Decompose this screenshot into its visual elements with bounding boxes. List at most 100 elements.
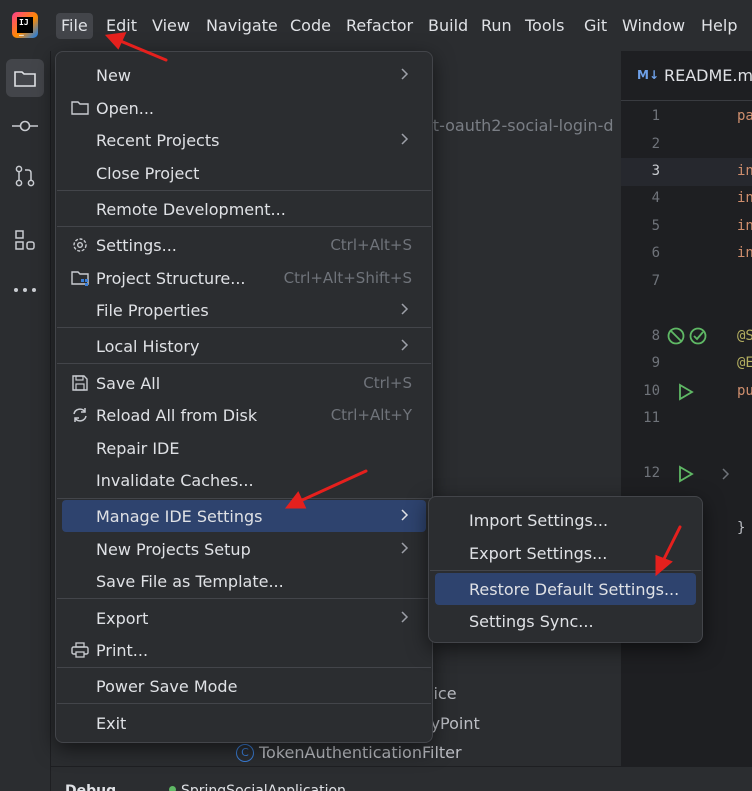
project-item[interactable]: TokenAuthenticationFilter [259,743,462,762]
submenu-arrow-icon [401,68,409,80]
run-config-tab[interactable]: SpringSocialApplication [181,783,346,791]
menu-separator [57,226,431,227]
menu-item-new[interactable]: New [62,59,426,91]
project-path: ct-oauth2-social-login-d [424,116,614,135]
menu-code[interactable]: Code [290,13,331,39]
menu-item-exit[interactable]: Exit [62,707,426,739]
menu-item-local-history[interactable]: Local History [62,330,426,362]
menu-item-save-file-as-template[interactable]: Save File as Template... [62,565,426,597]
shortcut-label: Ctrl+Alt+Y [330,406,412,424]
reload-icon [73,408,87,422]
menu-item-project-structure[interactable]: Project Structure... Ctrl+Alt+Shift+S [62,262,426,294]
menu-item-open[interactable]: Open... [62,92,426,124]
spring-bean-icon[interactable] [666,326,710,346]
menu-item-export[interactable]: Export [62,602,426,634]
line-number: 6 [651,245,660,261]
menu-help[interactable]: Help [701,13,737,39]
submenu-arrow-icon [401,133,409,145]
save-icon [72,375,88,391]
menu-item-import-settings[interactable]: Import Settings... [435,504,696,536]
menu-item-restore-default-settings[interactable]: Restore Default Settings... [435,573,696,605]
code-fragment: in [737,218,752,234]
menu-item-new-projects-setup[interactable]: New Projects Setup [62,533,426,565]
main-menubar: IJ _ File Edit View Navigate Code Refacto… [0,0,752,51]
editor-tabbar: M↓ README.m [621,51,752,101]
menu-item-settings-sync[interactable]: Settings Sync... [435,605,696,637]
menu-separator [57,327,431,328]
line-number: 1 [651,108,660,124]
menu-tools[interactable]: Tools [525,13,564,39]
menu-item-manage-ide-settings[interactable]: Manage IDE Settings [62,500,426,532]
menu-item-repair-ide[interactable]: Repair IDE [62,432,426,464]
line-number: 5 [651,218,660,234]
menu-git[interactable]: Git [584,13,607,39]
menu-item-recent-projects[interactable]: Recent Projects [62,124,426,156]
code-fragment: in [737,163,752,179]
menu-item-close-project[interactable]: Close Project [62,157,426,189]
line-number: 3 [651,163,660,179]
code-fragment: pu [737,383,752,399]
debug-tab[interactable]: Debug [65,783,116,791]
line-number: 12 [643,465,660,481]
menu-refactor[interactable]: Refactor [346,13,413,39]
menu-build[interactable]: Build [428,13,468,39]
menu-item-file-properties[interactable]: File Properties [62,294,426,326]
code-fragment: @S [737,328,752,344]
menu-view[interactable]: View [152,13,190,39]
line-number: 4 [651,190,660,206]
more-tools-icon[interactable] [6,271,44,309]
menu-separator [57,498,431,499]
editor-tab[interactable]: README.m [664,66,752,85]
class-icon: C [236,744,254,762]
running-indicator-icon [169,786,176,791]
commit-icon[interactable] [6,107,44,145]
menu-item-invalidate-caches[interactable]: Invalidate Caches... [62,464,426,496]
menu-file[interactable]: File [56,13,93,39]
menu-run[interactable]: Run [481,13,512,39]
submenu-arrow-icon [401,611,409,623]
submenu-arrow-icon [401,339,409,351]
line-number: 2 [651,136,660,152]
submenu-arrow-icon [401,509,409,521]
project-folder-icon[interactable] [6,59,44,97]
menu-item-export-settings[interactable]: Export Settings... [435,537,696,569]
menu-navigate[interactable]: Navigate [206,13,278,39]
run-gutter-icon[interactable] [678,383,694,401]
file-menu-popup: New Open... Recent Projects Close Projec… [55,51,433,743]
menu-window[interactable]: Window [622,13,685,39]
menu-separator [57,190,431,191]
run-gutter-icon[interactable] [678,465,694,483]
shortcut-label: Ctrl+Alt+Shift+S [283,269,412,287]
menu-separator [430,570,701,571]
submenu-arrow-icon [401,303,409,315]
code-fragment: in [737,190,752,206]
printer-icon [71,642,89,658]
project-structure-icon [71,271,89,286]
menu-item-remote-development[interactable]: Remote Development... [62,193,426,225]
menu-separator [57,667,431,668]
code-fragment: } [737,520,746,536]
code-fragment: @E [737,355,752,371]
fold-chevron-icon[interactable] [721,467,731,481]
code-fragment: in [737,245,752,261]
structure-icon[interactable] [6,221,44,259]
line-number: 7 [651,273,660,289]
menu-item-print[interactable]: Print... [62,634,426,666]
bottom-toolbar: Debug SpringSocialApplication [51,766,752,791]
intellij-logo-icon[interactable]: IJ _ [12,12,38,38]
menu-item-settings[interactable]: Settings... Ctrl+Alt+S [62,229,426,261]
menu-item-save-all[interactable]: Save All Ctrl+S [62,367,426,399]
line-number: 9 [651,355,660,371]
pull-requests-icon[interactable] [6,157,44,195]
ide-window: IJ _ File Edit View Navigate Code Refacto… [0,0,752,791]
line-number: 10 [643,383,660,399]
menu-separator [57,598,431,599]
menu-item-power-save-mode[interactable]: Power Save Mode [62,670,426,702]
markdown-icon: M↓ [637,68,659,82]
line-number: 8 [651,328,660,344]
gear-icon [73,238,87,252]
menu-separator [57,703,431,704]
submenu-arrow-icon [401,542,409,554]
menu-item-reload-all[interactable]: Reload All from Disk Ctrl+Alt+Y [62,399,426,431]
menu-edit[interactable]: Edit [106,13,137,39]
